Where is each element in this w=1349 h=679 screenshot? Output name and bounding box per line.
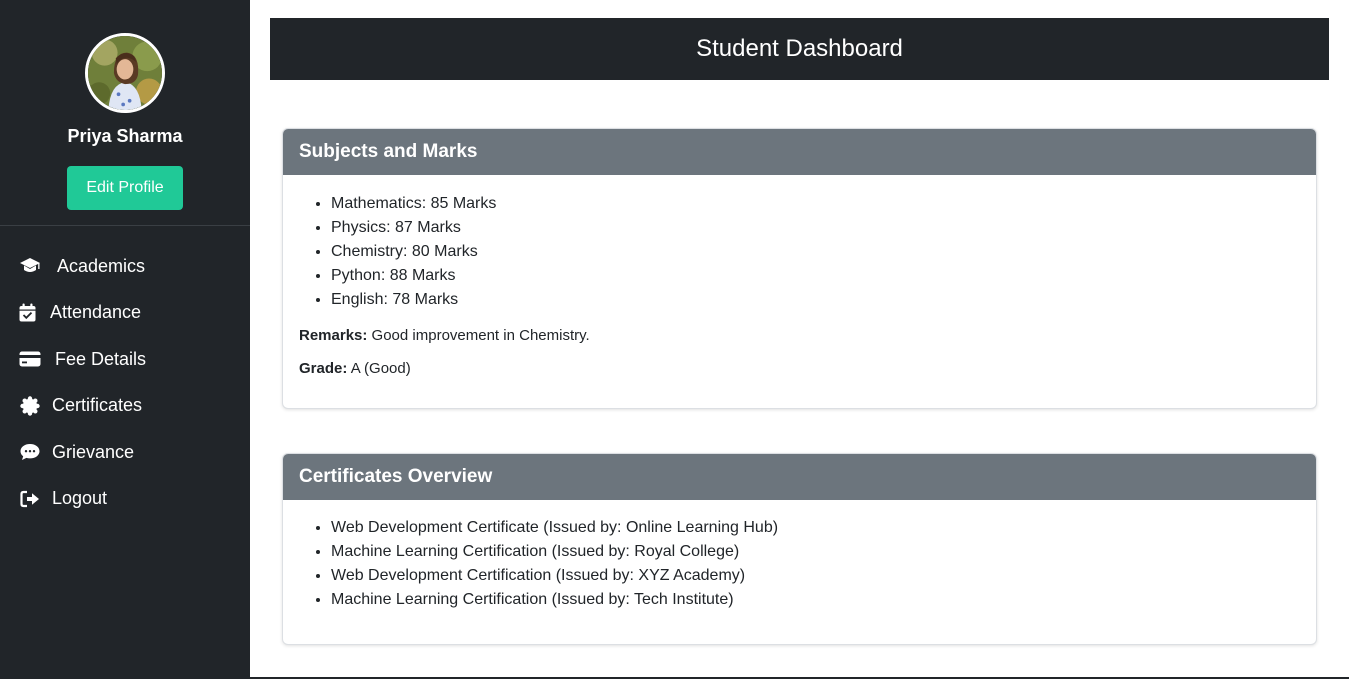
remarks-label: Remarks:	[299, 327, 368, 344]
sidebar: Priya Sharma Edit Profile Academics Atte…	[0, 0, 250, 679]
comment-icon	[19, 441, 41, 463]
list-item: Machine Learning Certification (Issued b…	[331, 588, 1300, 612]
graduation-cap-icon	[19, 255, 41, 277]
credit-card-icon	[19, 348, 41, 370]
sidebar-item-grievance[interactable]: Grievance	[0, 429, 250, 476]
list-item: English: 78 Marks	[331, 288, 1300, 312]
sidebar-item-label: Academics	[57, 255, 146, 276]
remarks: Remarks: Good improvement in Chemistry.	[299, 326, 1300, 346]
sidebar-item-label: Logout	[52, 488, 108, 509]
sidebar-item-fee-details[interactable]: Fee Details	[0, 336, 250, 383]
subjects-list: Mathematics: 85 Marks Physics: 87 Marks …	[299, 192, 1300, 312]
subjects-card: Subjects and Marks Mathematics: 85 Marks…	[282, 128, 1317, 409]
page-title: Student Dashboard	[270, 18, 1329, 80]
list-item: Physics: 87 Marks	[331, 216, 1300, 240]
certificates-list: Web Development Certificate (Issued by: …	[299, 516, 1300, 612]
avatar[interactable]	[85, 33, 165, 113]
calendar-check-icon	[19, 302, 36, 324]
grade-label: Grade:	[299, 360, 348, 377]
list-item: Chemistry: 80 Marks	[331, 240, 1300, 264]
sidebar-item-academics[interactable]: Academics	[0, 243, 250, 290]
sidebar-item-certificates[interactable]: Certificates	[0, 383, 250, 430]
list-item: Machine Learning Certification (Issued b…	[331, 540, 1300, 564]
certificate-icon	[19, 395, 41, 417]
card-body: Mathematics: 85 Marks Physics: 87 Marks …	[283, 175, 1316, 379]
student-name: Priya Sharma	[67, 126, 183, 146]
main-content: Student Dashboard Subjects and Marks Mat…	[250, 0, 1349, 679]
card-title: Subjects and Marks	[283, 129, 1316, 175]
certificates-card: Certificates Overview Web Development Ce…	[282, 453, 1317, 645]
sidebar-item-label: Fee Details	[55, 348, 147, 369]
list-item: Web Development Certification (Issued by…	[331, 564, 1300, 588]
sidebar-item-label: Grievance	[52, 441, 135, 462]
sidebar-item-logout[interactable]: Logout	[0, 476, 250, 523]
sidebar-nav: Academics Attendance Fee Details Certifi…	[0, 226, 250, 522]
edit-profile-button[interactable]: Edit Profile	[67, 166, 183, 210]
sidebar-item-label: Certificates	[52, 395, 143, 416]
list-item: Mathematics: 85 Marks	[331, 192, 1300, 216]
sidebar-item-label: Attendance	[50, 302, 142, 323]
logout-icon	[19, 488, 41, 510]
card-title: Certificates Overview	[283, 454, 1316, 500]
grade-value: A (Good)	[347, 360, 411, 377]
list-item: Web Development Certificate (Issued by: …	[331, 516, 1300, 540]
card-body: Web Development Certificate (Issued by: …	[283, 500, 1316, 612]
sidebar-item-attendance[interactable]: Attendance	[0, 290, 250, 337]
list-item: Python: 88 Marks	[331, 264, 1300, 288]
profile-section: Priya Sharma Edit Profile	[0, 0, 250, 226]
grade: Grade: A (Good)	[299, 359, 1300, 379]
remarks-value: Good improvement in Chemistry.	[367, 327, 590, 344]
